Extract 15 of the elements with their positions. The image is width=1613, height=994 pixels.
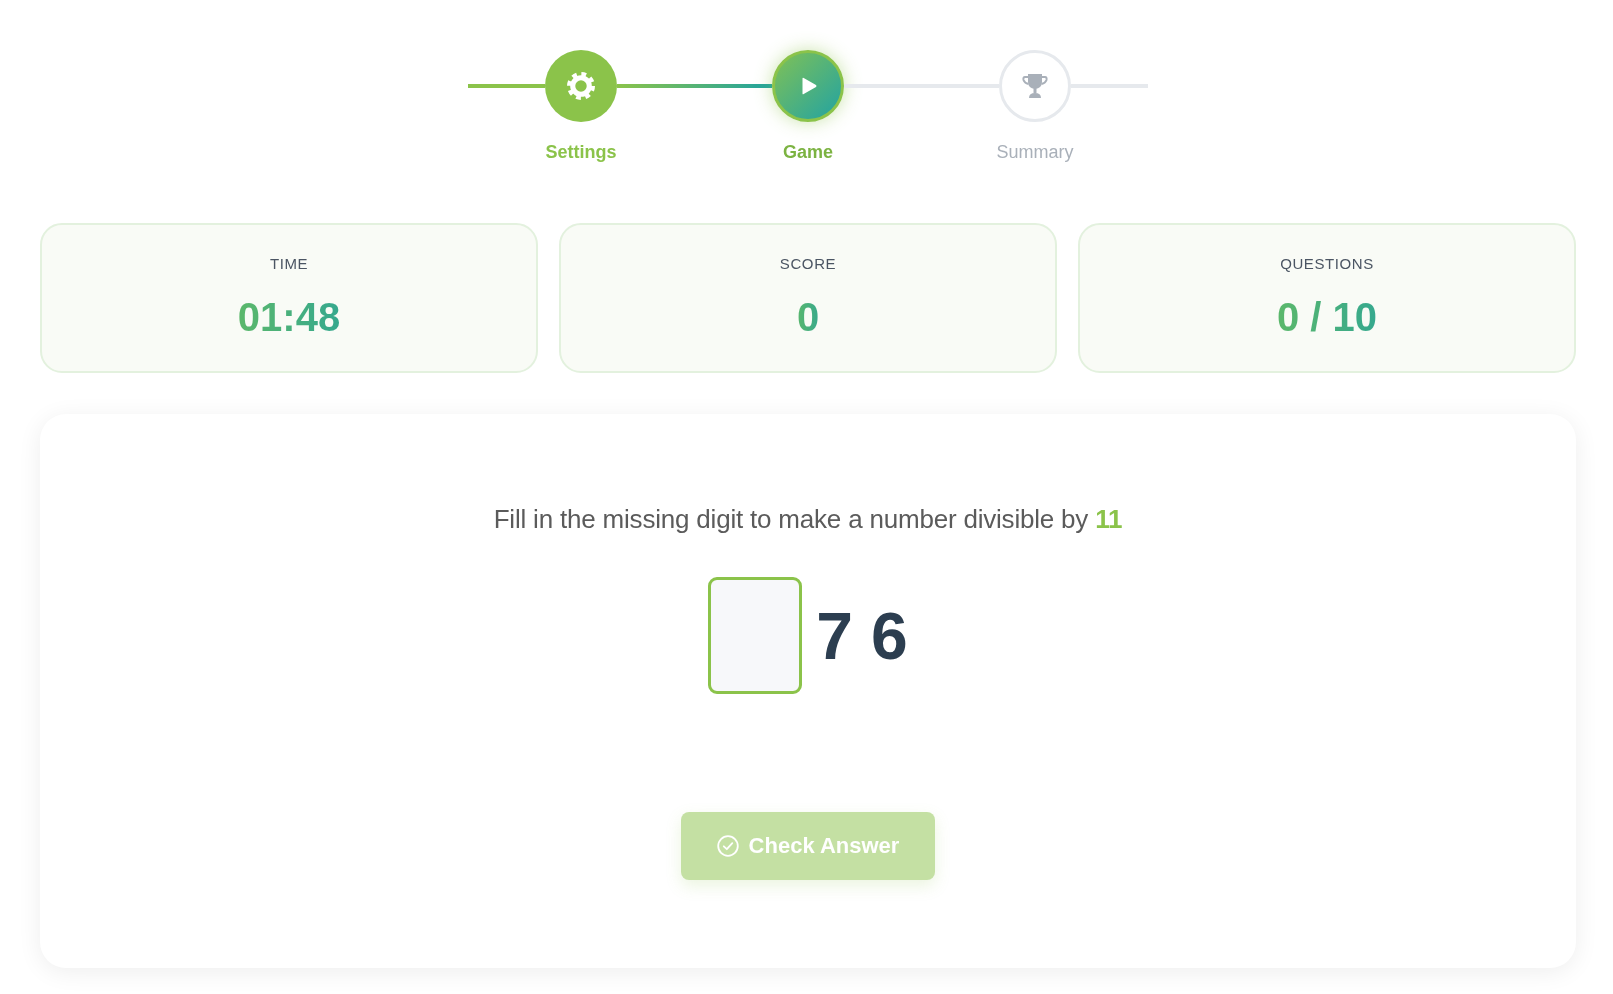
step-label: Summary xyxy=(996,142,1074,163)
check-circle-icon xyxy=(716,835,739,857)
stat-label: TIME xyxy=(269,255,309,272)
question-prompt: Fill in the missing digit to make a number divisible by 11 xyxy=(493,504,1123,535)
number-digit: 6 xyxy=(871,602,908,669)
step-circle[interactable] xyxy=(771,50,844,122)
answer-box[interactable] xyxy=(708,577,803,694)
gear-icon xyxy=(566,72,595,100)
play-icon xyxy=(801,77,817,95)
trophy-icon xyxy=(1021,73,1048,99)
stat-label: SCORE xyxy=(779,255,837,272)
stat-label: QUESTIONS xyxy=(1280,255,1374,272)
number-digit: 7 xyxy=(816,602,853,669)
step-label: Settings xyxy=(545,142,617,163)
step-label: Game xyxy=(783,142,833,163)
